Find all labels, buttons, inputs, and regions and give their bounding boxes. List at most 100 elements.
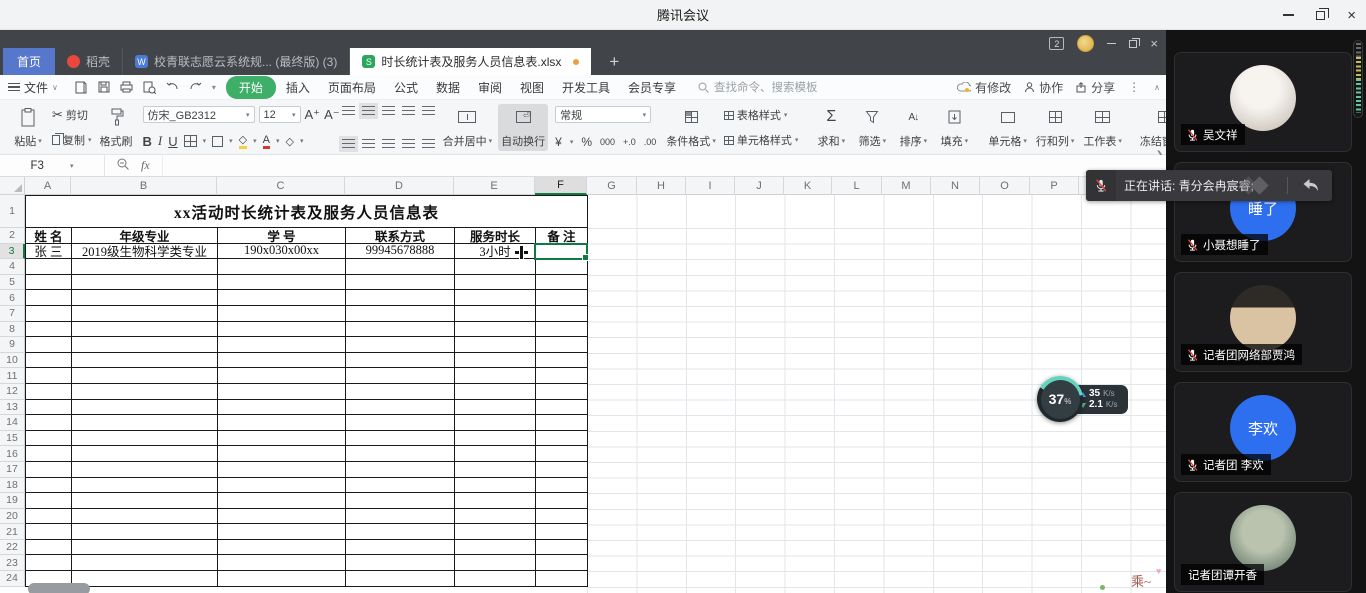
table-empty-row-11-cell-2[interactable] bbox=[218, 368, 346, 384]
conditional-format-button[interactable]: 条件格式▾ bbox=[663, 104, 719, 151]
table-empty-row-16-cell-3[interactable] bbox=[346, 446, 455, 462]
table-empty-row-13-cell-0[interactable] bbox=[26, 400, 72, 416]
cells-button[interactable]: 单元格▾ bbox=[985, 104, 1030, 151]
table-empty-row-21-cell-2[interactable] bbox=[218, 524, 346, 540]
row-header-2[interactable]: 2 bbox=[0, 228, 25, 244]
row-header-1[interactable]: 1 bbox=[0, 195, 25, 228]
column-header-E[interactable]: E bbox=[454, 177, 535, 195]
participant-tile[interactable]: 记者团网络部贾鸿 bbox=[1174, 272, 1352, 372]
table-empty-row-18-cell-5[interactable] bbox=[536, 478, 588, 494]
table-empty-row-23-cell-0[interactable] bbox=[26, 555, 72, 571]
underline-button[interactable]: U bbox=[168, 134, 177, 149]
row-header-21[interactable]: 21 bbox=[0, 524, 25, 540]
table-empty-row-5-cell-3[interactable] bbox=[346, 275, 455, 291]
table-empty-row-17-cell-3[interactable] bbox=[346, 462, 455, 478]
font-size-select[interactable]: 12▾ bbox=[259, 106, 301, 123]
table-empty-row-15-cell-2[interactable] bbox=[218, 431, 346, 447]
table-empty-row-20-cell-1[interactable] bbox=[72, 509, 218, 525]
new-tab-button[interactable]: + bbox=[603, 48, 625, 75]
table-empty-row-19-cell-3[interactable] bbox=[346, 493, 455, 509]
table-empty-row-16-cell-2[interactable] bbox=[218, 446, 346, 462]
table-empty-row-22-cell-4[interactable] bbox=[455, 540, 536, 556]
table-empty-row-9-cell-1[interactable] bbox=[72, 337, 218, 353]
table-empty-row-5-cell-2[interactable] bbox=[218, 275, 346, 291]
table-empty-row-12-cell-4[interactable] bbox=[455, 384, 536, 400]
window-count-badge[interactable]: 2 bbox=[1049, 37, 1064, 50]
table-empty-row-22-cell-1[interactable] bbox=[72, 540, 218, 556]
table-empty-row-7-cell-2[interactable] bbox=[218, 306, 346, 322]
row-header-9[interactable]: 9 bbox=[0, 337, 25, 353]
table-empty-row-8-cell-0[interactable] bbox=[26, 322, 72, 338]
tab-docer[interactable]: 稻壳 bbox=[55, 48, 123, 75]
close-icon[interactable]: × bbox=[1347, 8, 1356, 23]
table-empty-row-20-cell-0[interactable] bbox=[26, 509, 72, 525]
table-empty-row-7-cell-4[interactable] bbox=[455, 306, 536, 322]
italic-button[interactable]: I bbox=[158, 133, 162, 149]
table-empty-row-4-cell-0[interactable] bbox=[26, 259, 72, 275]
table-empty-row-18-cell-4[interactable] bbox=[455, 478, 536, 494]
select-all-corner[interactable] bbox=[0, 177, 25, 195]
table-empty-row-15-cell-5[interactable] bbox=[536, 431, 588, 447]
cell-style-button[interactable]: 单元格样式▾ bbox=[722, 131, 801, 149]
thousands-format-icon[interactable]: 000 bbox=[600, 137, 615, 147]
tab-writer-doc[interactable]: W 校青联志愿云系统规... (最终版) (3) bbox=[123, 48, 350, 75]
row-header-10[interactable]: 10 bbox=[0, 353, 25, 369]
paste-button[interactable]: 粘贴▾ bbox=[9, 104, 47, 151]
minimize-icon[interactable] bbox=[1283, 14, 1294, 16]
row-header-5[interactable]: 5 bbox=[0, 275, 25, 291]
table-empty-row-10-cell-5[interactable] bbox=[536, 353, 588, 369]
merge-center-button[interactable]: 合并居中▾ bbox=[440, 104, 496, 151]
table-empty-row-13-cell-5[interactable] bbox=[536, 400, 588, 416]
formula-input[interactable] bbox=[163, 155, 1166, 176]
table-empty-row-23-cell-2[interactable] bbox=[218, 555, 346, 571]
table-empty-row-16-cell-1[interactable] bbox=[72, 446, 218, 462]
row-header-16[interactable]: 16 bbox=[0, 446, 25, 462]
row-header-23[interactable]: 23 bbox=[0, 555, 25, 571]
table-header-row-cell-5[interactable]: 备 注 bbox=[536, 228, 588, 244]
table-empty-row-8-cell-5[interactable] bbox=[536, 322, 588, 338]
table-data-row-cell-3[interactable]: 99945678888 bbox=[346, 244, 455, 260]
distribute-icon[interactable] bbox=[422, 139, 435, 149]
decrease-font-icon[interactable]: A⁻ bbox=[324, 107, 340, 123]
row-header-12[interactable]: 12 bbox=[0, 384, 25, 400]
table-empty-row-14-cell-0[interactable] bbox=[26, 415, 72, 431]
align-bottom-icon[interactable] bbox=[382, 106, 395, 116]
table-empty-row-23-cell-5[interactable] bbox=[536, 555, 588, 571]
table-empty-row-21-cell-1[interactable] bbox=[72, 524, 218, 540]
worksheet-button[interactable]: 工作表▾ bbox=[1080, 104, 1125, 151]
table-empty-row-16-cell-0[interactable] bbox=[26, 446, 72, 462]
table-empty-row-5-cell-1[interactable] bbox=[72, 275, 218, 291]
save-icon[interactable] bbox=[97, 80, 111, 94]
collapse-ribbon-icon[interactable]: ∧ bbox=[1154, 83, 1160, 92]
table-empty-row-13-cell-2[interactable] bbox=[218, 400, 346, 416]
print-icon[interactable] bbox=[120, 80, 134, 94]
font-color-icon[interactable]: A bbox=[263, 134, 270, 149]
row-header-13[interactable]: 13 bbox=[0, 400, 25, 416]
table-header-row-cell-1[interactable]: 年级专业 bbox=[72, 228, 218, 244]
table-empty-row-21-cell-3[interactable] bbox=[346, 524, 455, 540]
table-empty-row-19-cell-1[interactable] bbox=[72, 493, 218, 509]
table-empty-row-21-cell-5[interactable] bbox=[536, 524, 588, 540]
table-empty-row-24-cell-2[interactable] bbox=[218, 571, 346, 587]
table-empty-row-6-cell-3[interactable] bbox=[346, 290, 455, 306]
table-empty-row-19-cell-0[interactable] bbox=[26, 493, 72, 509]
table-empty-row-18-cell-0[interactable] bbox=[26, 478, 72, 494]
justify-icon[interactable] bbox=[402, 139, 415, 149]
column-header-N[interactable]: N bbox=[931, 177, 980, 195]
table-empty-row-20-cell-5[interactable] bbox=[536, 509, 588, 525]
print-preview-icon[interactable] bbox=[143, 80, 157, 94]
align-middle-icon[interactable] bbox=[362, 106, 375, 116]
table-empty-row-22-cell-3[interactable] bbox=[346, 540, 455, 556]
table-header-row-cell-4[interactable]: 服务时长 bbox=[455, 228, 536, 244]
name-box[interactable]: F3 ▾ bbox=[0, 155, 105, 176]
column-header-A[interactable]: A bbox=[25, 177, 71, 195]
table-empty-row-15-cell-3[interactable] bbox=[346, 431, 455, 447]
table-empty-row-17-cell-1[interactable] bbox=[72, 462, 218, 478]
table-empty-row-13-cell-3[interactable] bbox=[346, 400, 455, 416]
row-header-18[interactable]: 18 bbox=[0, 478, 25, 494]
copy-button[interactable]: 复制▾ bbox=[50, 131, 94, 149]
sum-button[interactable]: Σ 求和▾ bbox=[812, 104, 850, 151]
table-empty-row-24-cell-1[interactable] bbox=[72, 571, 218, 587]
wrap-text-button[interactable]: 自动换行 bbox=[498, 104, 548, 151]
table-empty-row-9-cell-4[interactable] bbox=[455, 337, 536, 353]
